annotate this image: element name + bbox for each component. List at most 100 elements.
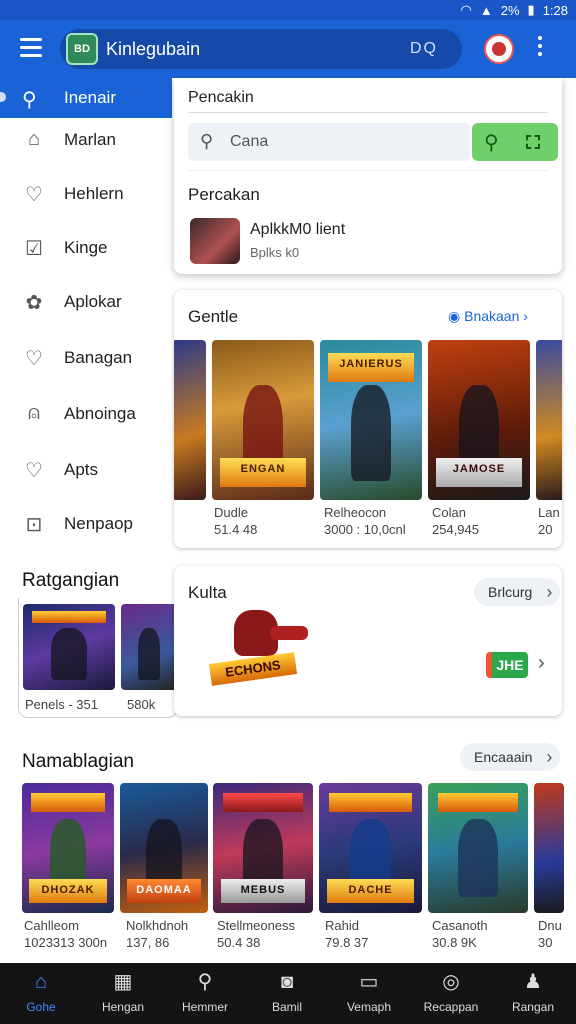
- game-banner: JANIERUS: [328, 352, 414, 382]
- game-banner: DHOZAK: [29, 879, 107, 903]
- home-icon: ⌂: [27, 128, 41, 150]
- game-title: Dudle: [214, 505, 248, 520]
- game-stats: 30.8 9K: [432, 935, 477, 950]
- game-thumbnail[interactable]: [428, 783, 528, 913]
- game-thumbnail[interactable]: [174, 340, 206, 500]
- menu-icon[interactable]: [20, 38, 42, 58]
- genre-card: Gentle ◉ Bnakaan › ENGAN JANIERUS JAMOSE…: [174, 290, 562, 548]
- chevron-right-icon[interactable]: ›: [538, 652, 545, 675]
- badge-icon: JHE: [486, 652, 528, 678]
- bottom-nav-label: Hengan: [101, 1000, 145, 1014]
- search-icon: ⚲: [484, 132, 499, 154]
- search-icon: ⚲: [22, 89, 37, 111]
- search-button[interactable]: ⚲: [472, 123, 558, 161]
- panel-title: Pencakin: [188, 89, 254, 106]
- divider: [188, 170, 548, 171]
- bottom-nav-label: Vemaph: [346, 1000, 392, 1014]
- game-thumbnail[interactable]: [23, 604, 115, 690]
- scan-icon: [526, 135, 540, 149]
- game-meta: Casanoth 30.8 9K: [432, 917, 488, 951]
- game-thumbnail[interactable]: DHOZAK: [22, 783, 114, 913]
- card-title: Gentle: [188, 307, 239, 326]
- game-banner: DACHE: [327, 879, 414, 903]
- drawer-item-banagan[interactable]: ♡ Banagan: [0, 340, 172, 380]
- drawer-item-apts[interactable]: ♡ Apts: [0, 452, 172, 492]
- drawer-item-aplokar[interactable]: ✿ Aplokar: [0, 284, 172, 324]
- game-meta: Stellmeoness 50.4 38: [217, 917, 295, 951]
- game-stats: 50.4 38: [217, 935, 261, 950]
- bottom-nav-recappan[interactable]: ◎ Recappan: [410, 963, 492, 1024]
- avatar[interactable]: [484, 34, 514, 64]
- app-search-bar[interactable]: BD Kinlegubain DQ: [60, 29, 462, 69]
- card-title: Kulta: [188, 583, 227, 602]
- refresh-icon: ◉: [448, 308, 461, 324]
- game-meta: Dnu 30: [538, 917, 562, 951]
- bottom-nav-hemmer[interactable]: ⚲ Hemmer: [164, 963, 246, 1024]
- game-meta: Nolkhdnoh 137, 86: [126, 917, 188, 951]
- bottom-nav-home[interactable]: ⌂ Gohe: [0, 963, 82, 1024]
- search-icon: ⚲: [197, 971, 213, 993]
- app-icon[interactable]: [190, 218, 240, 264]
- drawer-item-kinge[interactable]: ☑ Kinge: [0, 230, 172, 270]
- bottom-nav-hengan[interactable]: ▦ Hengan: [82, 963, 164, 1024]
- game-thumbnail[interactable]: DAOMAA: [120, 783, 208, 913]
- bottom-nav-bamil[interactable]: ◙ Bamil: [246, 963, 328, 1024]
- kulta-logo[interactable]: ECHONS: [208, 610, 310, 690]
- game-thumbnail[interactable]: [121, 604, 177, 690]
- game-title: Dnu: [538, 918, 562, 933]
- game-thumbnail[interactable]: [536, 340, 562, 500]
- game-title: Rahid: [325, 918, 359, 933]
- app-brand: Kinlegubain: [106, 39, 201, 59]
- game-thumbnail[interactable]: JANIERUS: [320, 340, 422, 500]
- drawer-item-label: Banagan: [64, 348, 133, 367]
- drawer-item-hehlern[interactable]: ♡ Hehlern: [0, 176, 172, 216]
- indicator-dot: [0, 92, 6, 102]
- section-title-namablagian: Namablagian: [22, 751, 134, 772]
- game-title: Relheocon: [324, 505, 387, 520]
- checkbox-icon: ☑: [25, 238, 43, 260]
- search-input[interactable]: ⚲ Cana: [188, 123, 470, 161]
- bottom-nav-label: Gohe: [26, 1000, 56, 1014]
- heart-icon: ♡: [25, 184, 43, 206]
- more-icon[interactable]: [536, 36, 544, 60]
- kulta-pill-button[interactable]: Brlcurg: [474, 578, 561, 606]
- game-banner: JAMOSE: [436, 458, 522, 488]
- results-title: Percakan: [188, 185, 260, 204]
- result-app-name[interactable]: AplkkM0 lient: [250, 221, 345, 239]
- clock: 1:28: [542, 2, 568, 18]
- bottom-nav-rangan[interactable]: ♟ Rangan: [492, 963, 574, 1024]
- game-meta: 580k: [127, 697, 156, 712]
- game-banner: ENGAN: [220, 458, 306, 488]
- game-thumbnail[interactable]: JAMOSE: [428, 340, 530, 500]
- game-banner: MEBUS: [221, 879, 305, 903]
- divider: [188, 112, 548, 113]
- heart-outline-icon: ♡: [25, 348, 43, 370]
- search-icon: ⚲: [200, 131, 214, 151]
- bottom-navigation: ⌂ Gohe ▦ Hengan ⚲ Hemmer ◙ Bamil ▭ Vemap…: [0, 963, 576, 1024]
- game-thumbnail[interactable]: MEBUS: [213, 783, 313, 913]
- game-title: Casanoth: [432, 918, 488, 933]
- game-stats: 51.4 48: [214, 522, 258, 537]
- drawer-item-active[interactable]: ⚲ Inenair: [0, 78, 172, 118]
- game-thumbnail[interactable]: [534, 783, 564, 913]
- bottom-nav-vemaph[interactable]: ▭ Vemaph: [328, 963, 410, 1024]
- game-thumbnail[interactable]: ENGAN: [212, 340, 314, 500]
- drawer-item-nenpaop[interactable]: ⊡ Nenpaop: [0, 506, 172, 546]
- search-placeholder: Cana: [230, 133, 269, 150]
- flower-icon: ✿: [25, 292, 43, 314]
- game-title: Stellmeoness: [217, 918, 296, 933]
- drawer-item-abnoinga[interactable]: ⍝ Abnoinga: [0, 396, 172, 436]
- see-more-label: Bnakaan: [464, 308, 520, 324]
- drawer-item-label: Apts: [64, 460, 99, 479]
- see-more-link[interactable]: ◉ Bnakaan ›: [448, 308, 528, 325]
- status-bar: ◠ ▲ 2% ▮ 1:28: [0, 0, 576, 20]
- game-title: Colan: [432, 505, 466, 520]
- game-stats: 20: [538, 522, 553, 537]
- user-icon: ♟: [524, 971, 542, 993]
- game-stats: 254,945: [432, 522, 479, 537]
- game-thumbnail[interactable]: DACHE: [319, 783, 422, 913]
- drawer-item-label: Inenair: [64, 88, 116, 107]
- see-all-button[interactable]: Encaaain: [460, 743, 561, 771]
- drawer-item-marlan[interactable]: ⌂ Marlan: [0, 122, 172, 162]
- game-stats: 30: [538, 935, 553, 950]
